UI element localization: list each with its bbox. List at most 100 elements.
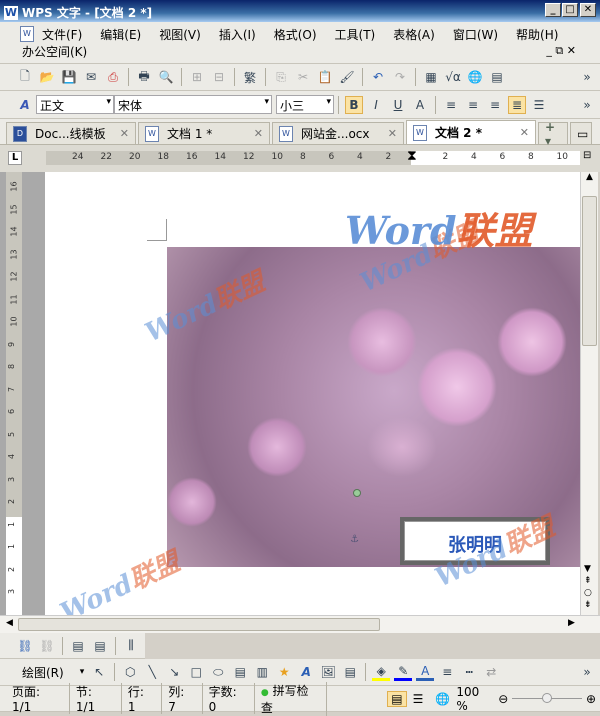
align-center-icon[interactable]: ≡ xyxy=(464,96,482,114)
prev-textbox-icon[interactable]: ▤ xyxy=(69,637,87,655)
maximize-button[interactable]: □ xyxy=(562,3,578,17)
font-effects-icon[interactable]: A xyxy=(411,96,429,114)
insert-table-icon[interactable]: ▦ xyxy=(422,68,440,86)
table-icon[interactable]: ▤ xyxy=(488,68,506,86)
close-tab-icon[interactable]: ✕ xyxy=(254,127,263,140)
minimize-button[interactable]: _ xyxy=(545,3,561,17)
close-button[interactable]: ✕ xyxy=(580,3,596,17)
drawing-menu[interactable]: 绘图(R) xyxy=(22,664,64,681)
formula-icon[interactable]: √α xyxy=(444,68,462,86)
menu-format[interactable]: 格式(O) xyxy=(274,26,317,43)
spell-check-button[interactable]: ● 拼写检查 xyxy=(255,681,328,716)
scroll-thumb[interactable] xyxy=(582,196,597,346)
autoshapes-icon[interactable]: ⬡ xyxy=(121,663,139,681)
close-tab-icon[interactable]: ✕ xyxy=(388,127,397,140)
style-select[interactable]: 正文 ▾ xyxy=(36,95,114,114)
justify-button[interactable]: ≣ xyxy=(508,95,526,114)
document-menu-icon[interactable]: W xyxy=(20,26,34,42)
tab-list-button[interactable]: ▭ xyxy=(570,122,592,144)
line-color-icon[interactable]: ✎ xyxy=(394,663,413,681)
redo-icon[interactable]: ↷ xyxy=(391,68,409,86)
undo-icon[interactable]: ↶ xyxy=(369,68,387,86)
pdf-icon[interactable]: ⎙ xyxy=(104,68,122,86)
underline-button[interactable]: U xyxy=(389,96,407,114)
tab-document-1[interactable]: W 文档 1 * ✕ xyxy=(138,122,270,144)
copy-icon[interactable]: ⎘ xyxy=(272,68,290,86)
tab-website-doc[interactable]: W 网站金...ocx ✕ xyxy=(272,122,404,144)
clipart-icon[interactable]: ★ xyxy=(275,663,293,681)
rectangle-icon[interactable]: □ xyxy=(187,663,205,681)
zoom-out-button[interactable]: ⊖ xyxy=(494,692,512,706)
more-icon[interactable]: » xyxy=(578,663,596,681)
select-arrow-icon[interactable]: ↖ xyxy=(90,663,108,681)
menu-table[interactable]: 表格(A) xyxy=(393,26,435,43)
zoom-slider[interactable] xyxy=(512,693,582,703)
close-tab-icon[interactable]: ✕ xyxy=(520,126,529,139)
vertical-scrollbar[interactable]: ▲ ▼ ⇞ ○ ⇟ xyxy=(580,172,598,615)
distributed-icon[interactable]: ☰ xyxy=(530,96,548,114)
close-tab-icon[interactable]: ✕ xyxy=(120,127,129,140)
menu-view[interactable]: 视图(V) xyxy=(159,26,201,43)
rotate-handle[interactable] xyxy=(353,489,361,497)
print-icon[interactable]: 🖶 xyxy=(135,68,153,86)
vertical-ruler[interactable]: 16 15 14 13 12 11 10 9 8 7 6 5 4 3 2 1 1 2 3 xyxy=(6,172,22,615)
bold-button[interactable]: B xyxy=(345,95,363,114)
email-icon[interactable]: ✉ xyxy=(82,68,100,86)
styles-icon[interactable]: A xyxy=(16,96,34,114)
hyperlink-icon[interactable]: 🌐 xyxy=(466,68,484,86)
italic-button[interactable]: I xyxy=(367,96,385,114)
menu-file[interactable]: 文件(F) xyxy=(42,26,82,43)
arrow-style-icon[interactable]: ⇄ xyxy=(482,663,500,681)
menu-office-space[interactable]: 办公空间(K) xyxy=(22,43,87,60)
new-icon[interactable]: 🗋 xyxy=(16,68,34,86)
menu-insert[interactable]: 插入(I) xyxy=(219,26,256,43)
tab-stop-selector[interactable]: L xyxy=(8,151,22,165)
font-color-icon[interactable]: A xyxy=(416,663,435,681)
scroll-right-icon[interactable]: ▶ xyxy=(568,618,575,628)
page-view-button[interactable]: ▤ xyxy=(387,690,407,707)
fill-color-icon[interactable]: ◈ xyxy=(372,663,391,681)
page-nav-icons[interactable]: ▼ ⇞ ○ ⇟ xyxy=(584,563,592,611)
arrow-icon[interactable]: ↘ xyxy=(165,663,183,681)
ruler-toggle-icon[interactable]: ⊟ xyxy=(583,150,591,161)
new-tab-button[interactable]: + ▾ xyxy=(538,120,568,148)
outline-view-button[interactable]: ☰ xyxy=(407,692,430,706)
open-icon[interactable]: 📂 xyxy=(38,68,56,86)
doc-window-controls[interactable]: _ ⧉ ✕ xyxy=(546,44,576,58)
font-select[interactable]: 宋体 ▾ xyxy=(114,95,272,114)
vertical-textbox-icon[interactable]: ▥ xyxy=(253,663,271,681)
horizontal-ruler[interactable]: 24 22 20 18 16 14 12 10 8 6 4 2 2 4 6 8 10 ⧗ xyxy=(46,148,580,165)
dash-style-icon[interactable]: ┅ xyxy=(460,663,478,681)
font-size-select[interactable]: 小三 ▾ xyxy=(276,95,334,114)
page-break-icon[interactable]: ⊟ xyxy=(210,68,228,86)
tab-doc-template[interactable]: D Doc...线模板 ✕ xyxy=(6,122,136,144)
align-left-icon[interactable]: ≡ xyxy=(442,96,460,114)
save-icon[interactable]: 💾 xyxy=(60,68,78,86)
menu-edit[interactable]: 编辑(E) xyxy=(100,26,141,43)
format-painter-icon[interactable]: 🖌 xyxy=(338,68,356,86)
picture-icon[interactable]: 🖼 xyxy=(319,663,337,681)
next-textbox-icon[interactable]: ▤ xyxy=(91,637,109,655)
insert-object-icon[interactable]: ▤ xyxy=(341,663,359,681)
tab-document-2[interactable]: W 文档 2 * ✕ xyxy=(406,120,536,144)
insert-icon[interactable]: ⊞ xyxy=(188,68,206,86)
wordart-icon[interactable]: A xyxy=(297,663,315,681)
scroll-left-icon[interactable]: ◀ xyxy=(6,618,13,628)
print-preview-icon[interactable]: 🔍 xyxy=(157,68,175,86)
menu-window[interactable]: 窗口(W) xyxy=(453,26,498,43)
textbox-icon[interactable]: ▤ xyxy=(231,663,249,681)
web-view-button[interactable]: 🌐 xyxy=(429,692,456,706)
ellipse-icon[interactable]: ⬭ xyxy=(209,663,227,681)
more-icon[interactable]: » xyxy=(578,68,596,86)
align-right-icon[interactable]: ≡ xyxy=(486,96,504,114)
unlink-icon[interactable]: ⛓ xyxy=(38,637,56,655)
indent-marker[interactable]: ⧗ xyxy=(407,148,417,164)
menu-tools[interactable]: 工具(T) xyxy=(335,26,376,43)
zoom-in-button[interactable]: ⊕ xyxy=(582,692,600,706)
more-icon[interactable]: » xyxy=(578,96,596,114)
horizontal-scrollbar[interactable]: ◀ ▶ xyxy=(0,615,600,633)
line-icon[interactable]: ╲ xyxy=(143,663,161,681)
scroll-up-icon[interactable]: ▲ xyxy=(581,172,598,188)
menu-help[interactable]: 帮助(H) xyxy=(516,26,558,43)
traditional-chinese-icon[interactable]: 繁 xyxy=(241,68,259,86)
